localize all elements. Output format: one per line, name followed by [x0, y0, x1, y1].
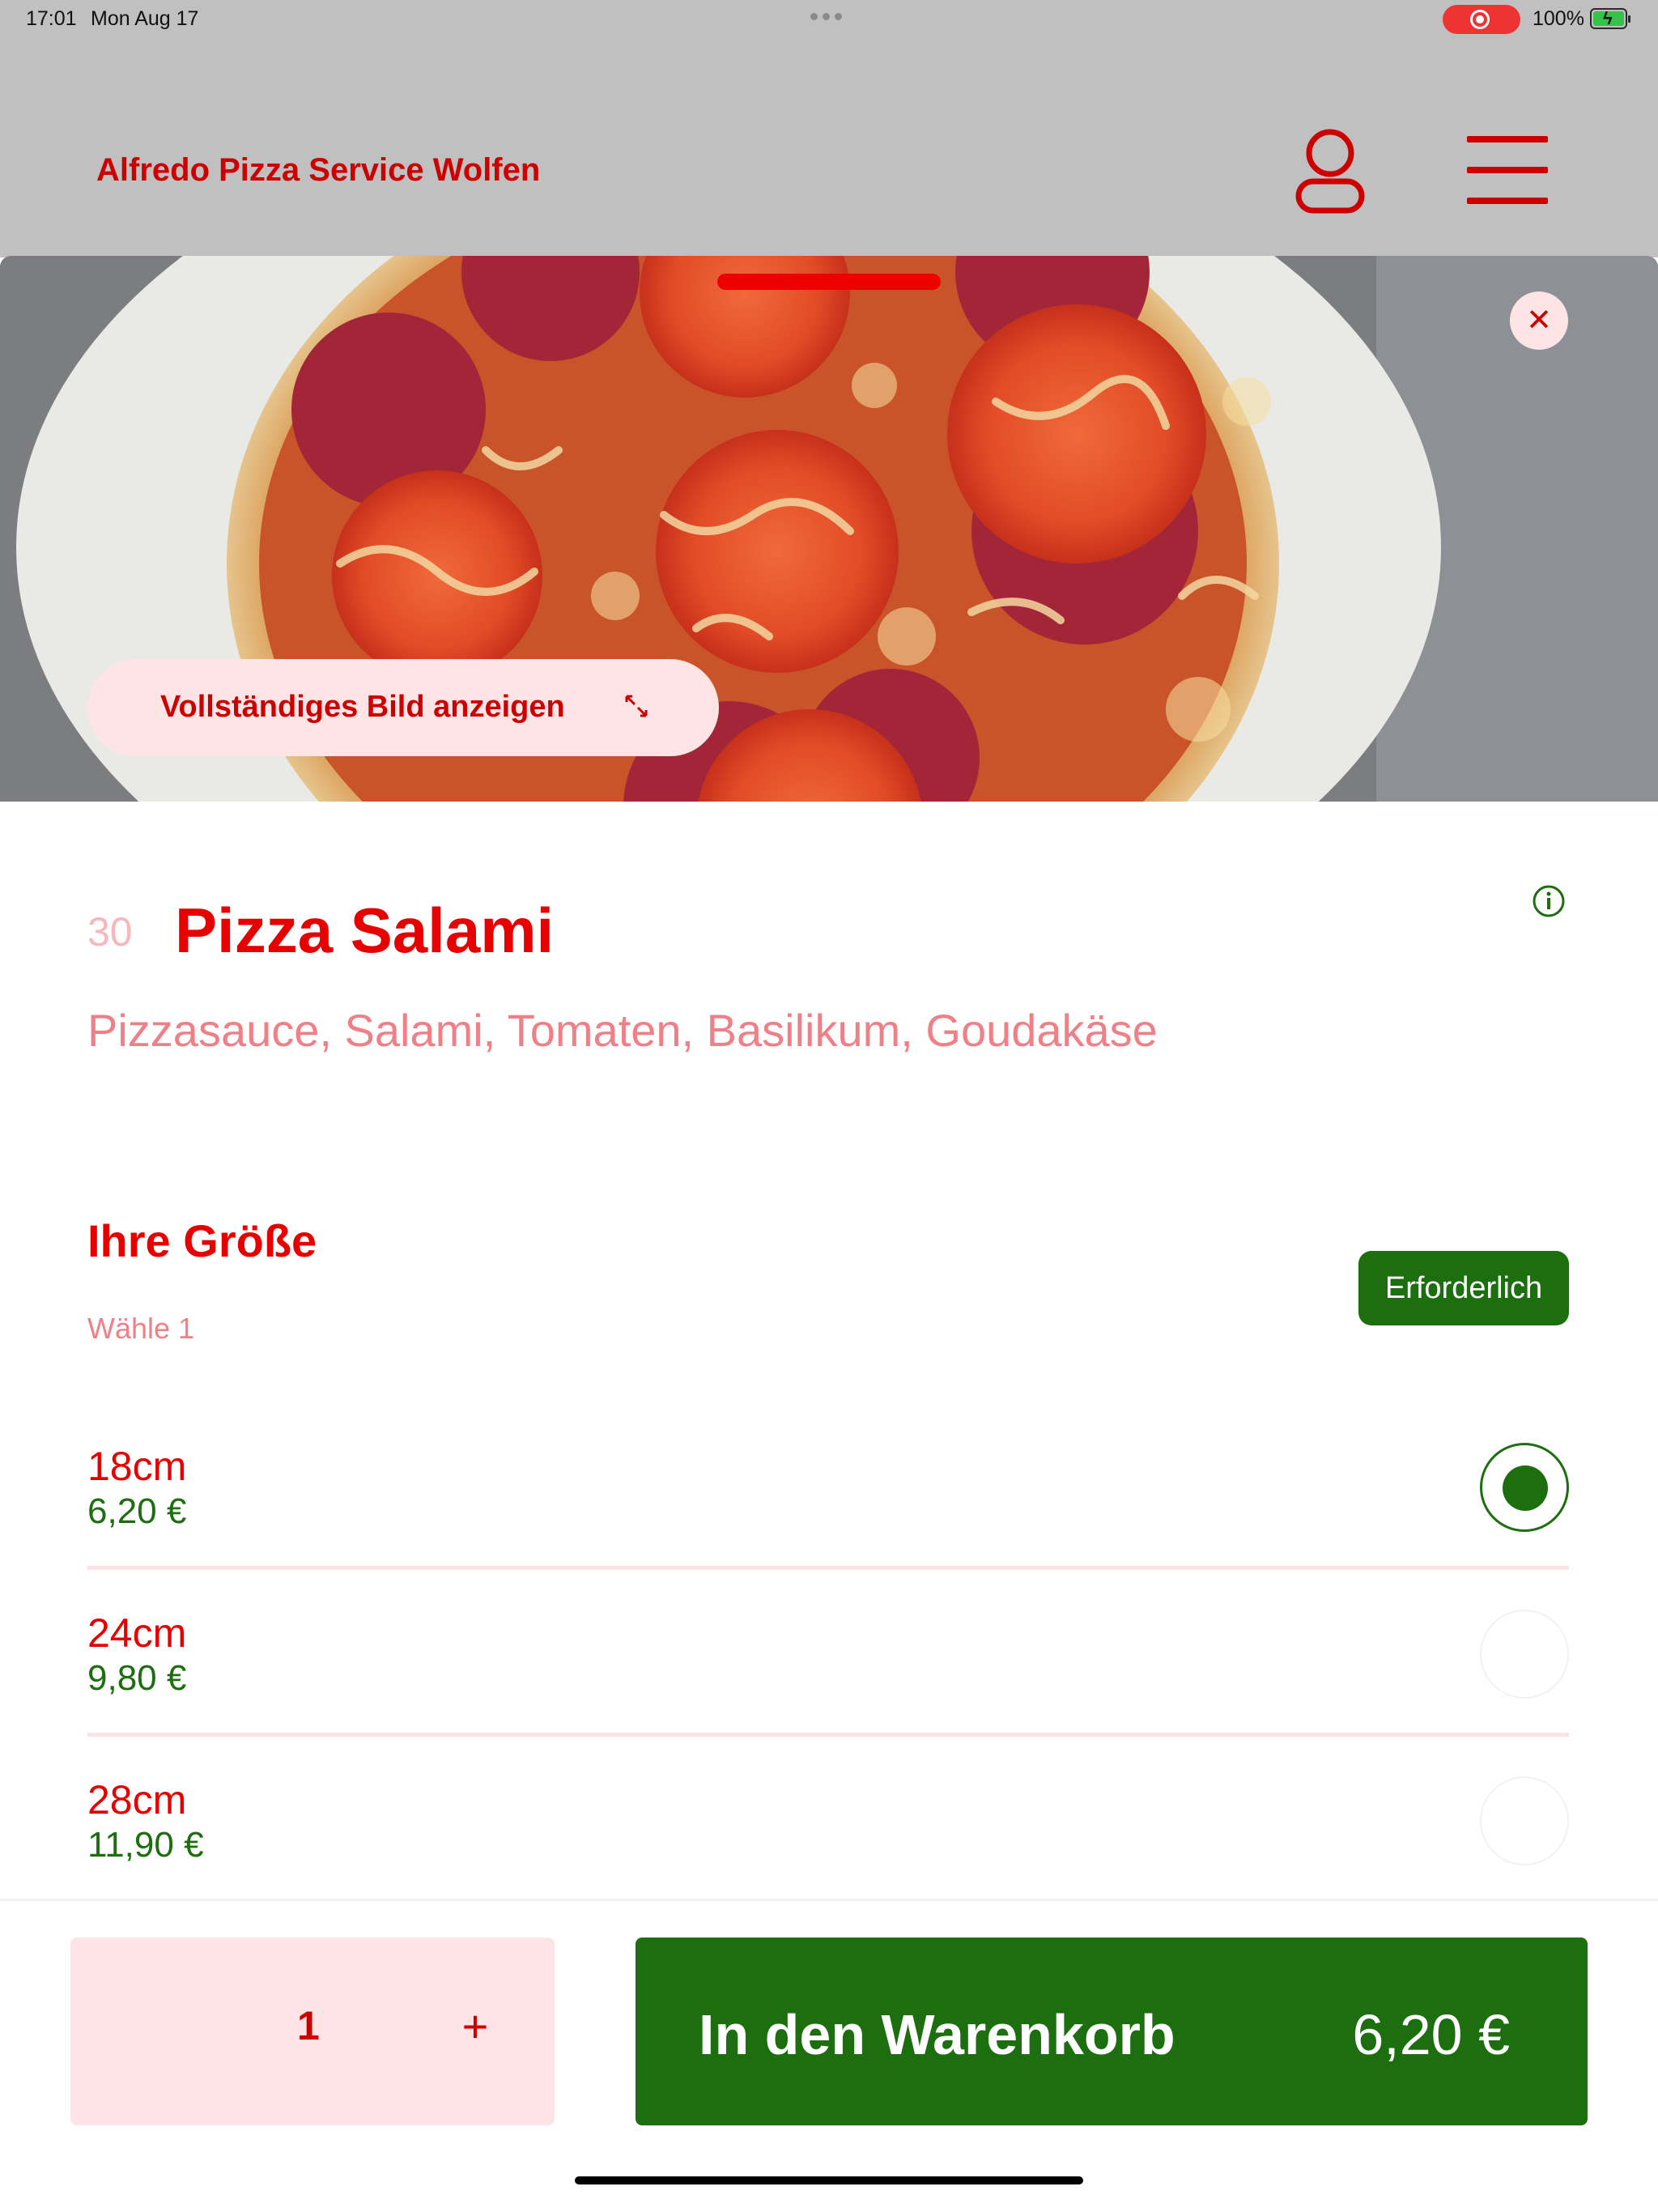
close-icon[interactable]: ✕ [1510, 291, 1568, 350]
drag-handle[interactable] [717, 274, 941, 290]
radio-button[interactable] [1480, 1776, 1569, 1865]
size-price: 9,80 € [87, 1658, 187, 1698]
account-icon[interactable] [1294, 126, 1367, 215]
size-label: 24cm [87, 1610, 187, 1656]
multitasking-dots-icon[interactable] [810, 13, 842, 20]
battery-percentage: 100% [1533, 7, 1584, 30]
expand-icon [625, 695, 648, 717]
quantity-plus-button[interactable]: + [443, 1994, 508, 2059]
required-badge: Erforderlich [1358, 1251, 1569, 1325]
add-to-cart-button[interactable]: In den Warenkorb 6,20 € [636, 1938, 1588, 2125]
divider [87, 1566, 1569, 1570]
restaurant-title[interactable]: Alfredo Pizza Service Wolfen [96, 152, 540, 189]
quantity-stepper[interactable]: 1 + [70, 1938, 555, 2125]
product-image: ✕ Vollständiges Bild anzeigen [0, 256, 1658, 802]
status-bar: 17:01 Mon Aug 17 100% ϟ [0, 0, 1658, 39]
status-time: 17:01 [26, 7, 77, 30]
size-section-title: Ihre Größe [87, 1215, 317, 1266]
home-indicator[interactable] [575, 2176, 1083, 2184]
quantity-value: 1 [297, 2003, 320, 2048]
radio-button[interactable] [1480, 1610, 1569, 1699]
size-option-18cm[interactable]: 18cm 6,20 € [87, 1443, 1569, 1610]
product-description: Pizzasauce, Salami, Tomaten, Basilikum, … [87, 1005, 1158, 1056]
hamburger-menu-icon[interactable] [1467, 136, 1548, 204]
size-price: 6,20 € [87, 1491, 187, 1531]
add-to-cart-label: In den Warenkorb [699, 2003, 1175, 2066]
app-header: Alfredo Pizza Service Wolfen [0, 39, 1658, 257]
size-option-24cm[interactable]: 24cm 9,80 € [87, 1610, 1569, 1776]
radio-button-selected[interactable] [1480, 1443, 1569, 1532]
show-full-image-button[interactable]: Vollständiges Bild anzeigen [87, 659, 719, 756]
bottom-action-bar: 1 + In den Warenkorb 6,20 € [0, 1899, 1658, 2212]
info-icon[interactable] [1532, 884, 1566, 918]
size-price: 11,90 € [87, 1825, 204, 1865]
screen-recording-icon[interactable] [1443, 5, 1520, 34]
show-full-image-label: Vollständiges Bild anzeigen [160, 690, 565, 724]
cart-total-price: 6,20 € [1352, 2003, 1510, 2066]
status-date: Mon Aug 17 [91, 7, 199, 30]
size-label: 28cm [87, 1777, 187, 1823]
product-title: Pizza Salami [175, 895, 555, 966]
battery-icon: ϟ [1590, 8, 1630, 29]
size-label: 18cm [87, 1444, 187, 1489]
divider [87, 1733, 1569, 1737]
product-number: 30 [87, 909, 133, 955]
size-section-subtitle: Wähle 1 [87, 1312, 195, 1345]
